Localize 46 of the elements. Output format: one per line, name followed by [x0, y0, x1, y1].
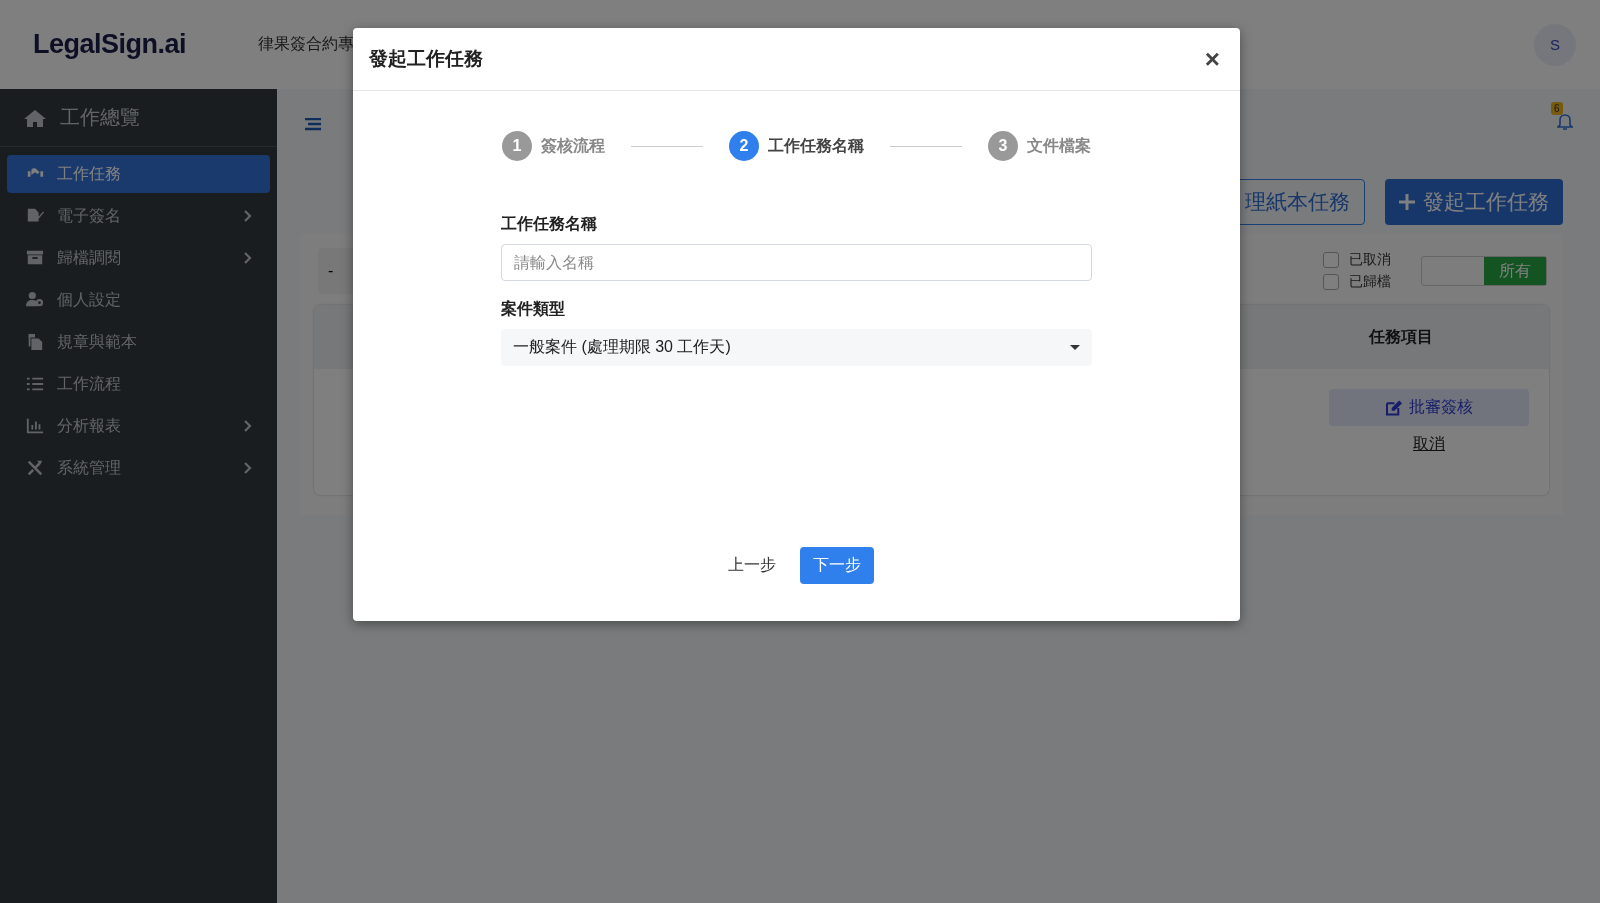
start-task-button[interactable]: 發起工作任務: [1385, 179, 1563, 225]
sidebar-item[interactable]: 電子簽名: [7, 197, 270, 235]
field-label: 工作任務名稱: [501, 214, 598, 234]
sidebar-item[interactable]: 個人設定: [7, 281, 270, 319]
bell-icon: [1557, 113, 1573, 131]
field-label: 案件類型: [501, 299, 566, 319]
plus-icon: [1399, 194, 1415, 210]
cancel-link[interactable]: 取消: [1329, 434, 1529, 455]
back-button[interactable]: 上一步: [719, 547, 784, 584]
user-gear-icon: [25, 291, 45, 309]
case-type-select[interactable]: 一般案件 (處理期限 30 工作天): [501, 329, 1092, 366]
notification-badge: 6: [1551, 101, 1563, 115]
organization-name: 律果簽合約專: [258, 34, 355, 54]
modal-title: 發起工作任務: [369, 47, 483, 71]
step-label: 簽核流程: [541, 135, 605, 156]
approve-button[interactable]: 批審簽核: [1329, 389, 1529, 426]
next-button[interactable]: 下一步: [799, 547, 874, 584]
checklist-icon: [25, 375, 45, 393]
step-number: 3: [988, 131, 1018, 161]
step-number: 1: [502, 131, 532, 161]
step-label: 文件檔案: [1027, 135, 1091, 156]
sidebar-item[interactable]: 分析報表: [7, 407, 270, 445]
checkbox-label: 已歸檔: [1349, 273, 1391, 291]
home-icon: [24, 107, 46, 128]
sidebar-item[interactable]: 歸檔調閱: [7, 239, 270, 277]
sidebar-item[interactable]: 系統管理: [7, 449, 270, 487]
caret-down-icon: [1070, 345, 1080, 350]
user-avatar[interactable]: S: [1534, 23, 1576, 66]
step-label: 工作任務名稱: [768, 135, 864, 156]
app-logo[interactable]: LegalSign.ai: [33, 29, 258, 60]
step-number: 2: [729, 131, 759, 161]
name-input[interactable]: 請輸入名稱: [501, 244, 1092, 281]
close-button[interactable]: ×: [1200, 43, 1224, 75]
sidebar-item[interactable]: 工作任務: [7, 155, 270, 193]
checkbox[interactable]: [1323, 252, 1339, 268]
sidebar-item[interactable]: 工作流程: [7, 365, 270, 403]
menu-icon: [305, 117, 321, 131]
sidebar-item[interactable]: 規章與範本: [7, 323, 270, 361]
column-header: 任務項目: [1367, 326, 1434, 347]
bar-chart-icon: [25, 417, 45, 435]
edit-icon: [1385, 399, 1403, 416]
checkbox-label: 已取消: [1349, 251, 1391, 269]
sidebar-heading[interactable]: 工作總覽: [60, 104, 140, 131]
archive-icon: [25, 249, 45, 267]
filter-toggle[interactable]: 所有: [1421, 256, 1547, 286]
checkbox[interactable]: [1323, 274, 1339, 290]
